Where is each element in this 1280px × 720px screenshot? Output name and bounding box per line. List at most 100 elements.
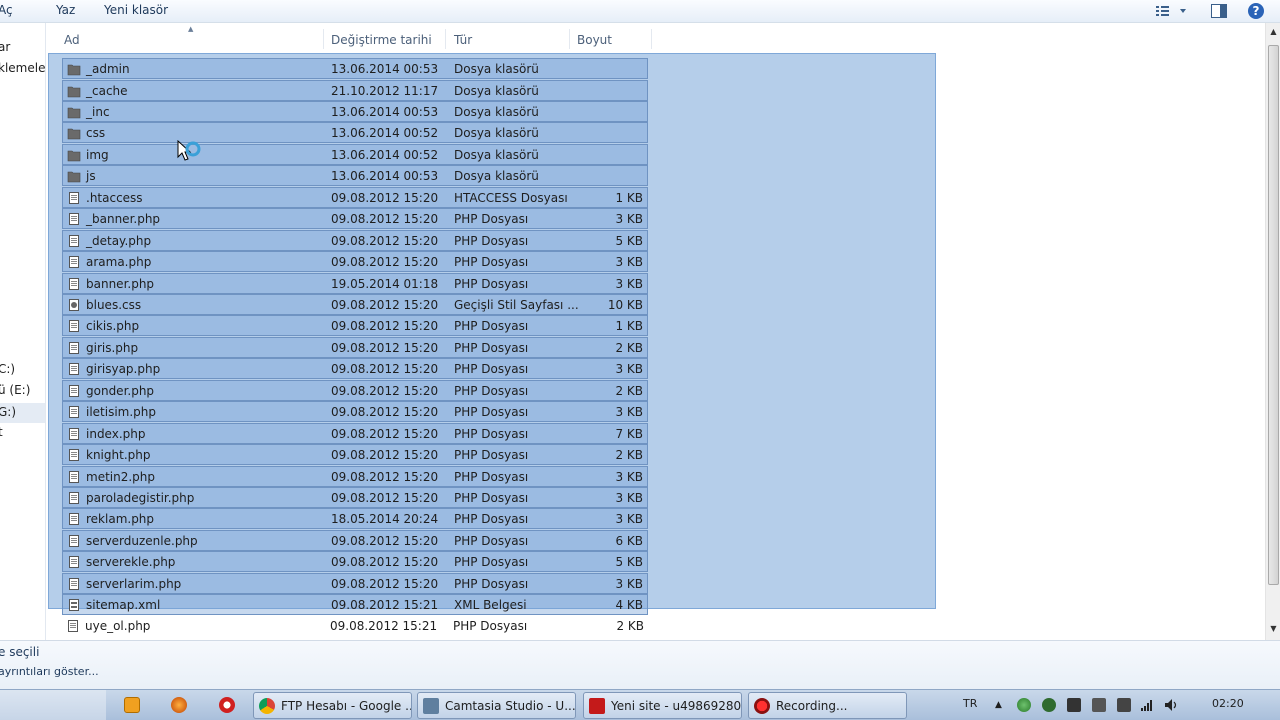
signal-icon[interactable] — [1140, 698, 1154, 712]
action-center-icon[interactable] — [1117, 698, 1131, 712]
file-row[interactable]: _admin 13.06.2014 00:53 Dosya klasörü — [62, 58, 648, 79]
selected-count-text: e seçili — [0, 645, 40, 659]
write-button[interactable]: Yaz — [56, 3, 75, 17]
column-date-header[interactable]: Değiştirme tarihi — [324, 29, 446, 49]
file-type: PHP Dosyası — [454, 233, 529, 248]
file-row[interactable]: .htaccess 09.08.2012 15:20 HTACCESS Dosyas… — [62, 186, 648, 208]
open-button[interactable]: Aç — [0, 3, 13, 17]
file-date: 09.08.2012 15:20 — [331, 233, 439, 248]
file-row[interactable]: img 13.06.2014 00:52 Dosya klasörü — [62, 143, 648, 165]
explorer-pin-icon[interactable] — [124, 697, 140, 713]
file-row[interactable]: _inc 13.06.2014 00:53 Dosya klasörü — [62, 100, 648, 122]
file-date: 09.08.2012 15:20 — [331, 297, 439, 312]
file-icon — [67, 470, 81, 484]
tray-app-icon-2[interactable] — [1092, 698, 1106, 712]
folder-icon — [67, 126, 81, 140]
task-chrome[interactable]: FTP Hesabı - Google ... — [253, 692, 412, 719]
file-row[interactable]: uye_ol.php 09.08.2012 15:21 PHP Dosyası 2 K… — [62, 616, 648, 637]
file-row[interactable]: css 13.06.2014 00:52 Dosya klasörü — [62, 122, 648, 144]
file-name: sitemap.xml — [86, 598, 161, 613]
security-icon[interactable] — [1042, 698, 1056, 712]
column-size-header[interactable]: Boyut — [570, 29, 652, 49]
navigation-pane: ar klemeler C:) ü (E:) G:) t — [0, 23, 46, 640]
volume-icon[interactable] — [1164, 698, 1178, 712]
file-row[interactable]: serverduzenle.php 09.08.2012 15:20 PHP Dos… — [62, 529, 648, 551]
file-row[interactable]: arama.php 09.08.2012 15:20 PHP Dosyası 3 KB — [62, 251, 648, 272]
firefox-pin-icon[interactable] — [171, 697, 187, 713]
file-icon — [67, 319, 81, 333]
file-row[interactable]: cikis.php 09.08.2012 15:20 PHP Dosyası 1 KB — [62, 315, 648, 337]
column-name-header[interactable]: Ad — [47, 29, 324, 49]
language-indicator[interactable]: TR — [963, 697, 977, 710]
file-date: 09.08.2012 15:20 — [331, 426, 439, 441]
scrollbar-thumb[interactable] — [1268, 45, 1279, 585]
file-row[interactable]: serverekle.php 09.08.2012 15:20 PHP Dosyas… — [62, 551, 648, 573]
file-row[interactable]: serverlarim.php 09.08.2012 15:20 PHP Dosya… — [62, 572, 648, 594]
file-row[interactable]: reklam.php 18.05.2014 20:24 PHP Dosyası 3 K… — [62, 508, 648, 530]
file-row[interactable]: metin2.php 09.08.2012 15:20 PHP Dosyası 3 K… — [62, 465, 648, 487]
help-button[interactable]: ? — [1246, 2, 1266, 20]
file-type: Dosya klasörü — [454, 169, 539, 184]
file-date: 09.08.2012 15:20 — [331, 362, 439, 377]
file-date: 09.08.2012 15:20 — [331, 555, 439, 570]
file-size: 3 KB — [615, 276, 643, 291]
nav-item-1[interactable]: klemeler — [0, 61, 45, 75]
file-row[interactable]: giris.php 09.08.2012 15:20 PHP Dosyası 2 KB — [62, 336, 648, 358]
file-type: PHP Dosyası — [453, 618, 528, 633]
file-row[interactable]: js 13.06.2014 00:53 Dosya klasörü — [62, 165, 648, 187]
file-row[interactable]: banner.php 19.05.2014 01:18 PHP Dosyası 3 K… — [62, 272, 648, 294]
file-icon — [67, 341, 81, 355]
tray-app-icon[interactable] — [1067, 698, 1081, 712]
task-recording[interactable]: Recording... — [748, 692, 907, 719]
file-row[interactable]: iletisim.php 09.08.2012 15:20 PHP Dosyası 3… — [62, 401, 648, 423]
file-row[interactable]: _detay.php 09.08.2012 15:20 PHP Dosyası 5 K… — [62, 229, 648, 251]
clock[interactable]: 02:20 — [1212, 697, 1244, 710]
file-name: js — [86, 169, 96, 184]
file-date: 09.08.2012 15:20 — [331, 491, 439, 505]
file-type: HTACCESS Dosyası — [454, 190, 568, 205]
task-filezilla[interactable]: Yeni site - u49869280... — [583, 692, 742, 719]
file-type: PHP Dosyası — [454, 426, 529, 441]
task-camtasia[interactable]: Camtasia Studio - U... — [417, 692, 576, 719]
file-date: 09.08.2012 15:20 — [331, 255, 439, 269]
file-row[interactable]: girisyap.php 09.08.2012 15:20 PHP Dosyası 3… — [62, 358, 648, 380]
file-name: serverduzenle.php — [86, 533, 198, 548]
show-details-link[interactable]: ayrıntıları göster... — [0, 665, 99, 678]
file-row[interactable]: sitemap.xml 09.08.2012 15:21 XML Belgesi 4 … — [62, 594, 648, 616]
file-row[interactable]: gonder.php 09.08.2012 15:20 PHP Dosyası 2 K… — [62, 379, 648, 401]
scroll-down-icon[interactable]: ▼ — [1266, 622, 1280, 636]
file-row[interactable]: _cache 21.10.2012 11:17 Dosya klasörü — [62, 79, 648, 101]
nav-item-3[interactable]: ü (E:) — [0, 383, 30, 397]
file-row[interactable]: _banner.php 09.08.2012 15:20 PHP Dosyası 3 … — [62, 208, 648, 230]
file-date: 09.08.2012 15:20 — [331, 448, 439, 463]
file-date: 18.05.2014 20:24 — [331, 512, 439, 527]
vertical-scrollbar[interactable]: ▲ ▼ — [1265, 23, 1280, 640]
file-size: 1 KB — [615, 319, 643, 334]
new-folder-button[interactable]: Yeni klasör — [104, 3, 168, 17]
opera-pin-icon[interactable] — [219, 697, 235, 713]
nav-item-5[interactable]: t — [0, 425, 3, 439]
file-icon — [67, 277, 81, 291]
file-row[interactable]: knight.php 09.08.2012 15:20 PHP Dosyası 2 K… — [62, 444, 648, 466]
tray-expand-icon[interactable]: ▲ — [995, 700, 1002, 710]
file-row[interactable]: paroladegistir.php 09.08.2012 15:20 PHP Do… — [62, 487, 648, 508]
view-options-button[interactable] — [1154, 2, 1188, 20]
file-name: _inc — [86, 104, 110, 119]
scroll-up-icon[interactable]: ▲ — [1266, 25, 1280, 39]
taskbar: FTP Hesabı - Google ... Camtasia Studio … — [0, 689, 1280, 720]
network-status-icon[interactable] — [1017, 698, 1031, 712]
nav-item-2[interactable]: C:) — [0, 362, 15, 376]
file-size: 6 KB — [615, 533, 643, 548]
nav-item-4[interactable]: G:) — [0, 403, 45, 423]
file-type: PHP Dosyası — [454, 383, 529, 398]
view-list-icon — [1156, 6, 1186, 16]
file-date: 09.08.2012 15:20 — [331, 340, 439, 355]
preview-pane-button[interactable] — [1209, 2, 1229, 20]
column-type-header[interactable]: Tür — [446, 29, 570, 49]
details-pane: e seçili ayrıntıları göster... — [0, 640, 1280, 689]
file-row[interactable]: index.php 09.08.2012 15:20 PHP Dosyası 7 KB — [62, 422, 648, 444]
file-date: 09.08.2012 15:21 — [331, 598, 439, 613]
folder-icon — [67, 62, 81, 76]
file-row[interactable]: blues.css 09.08.2012 15:20 Geçişli Stil Sa… — [62, 293, 648, 315]
nav-item-0[interactable]: ar — [0, 40, 10, 54]
